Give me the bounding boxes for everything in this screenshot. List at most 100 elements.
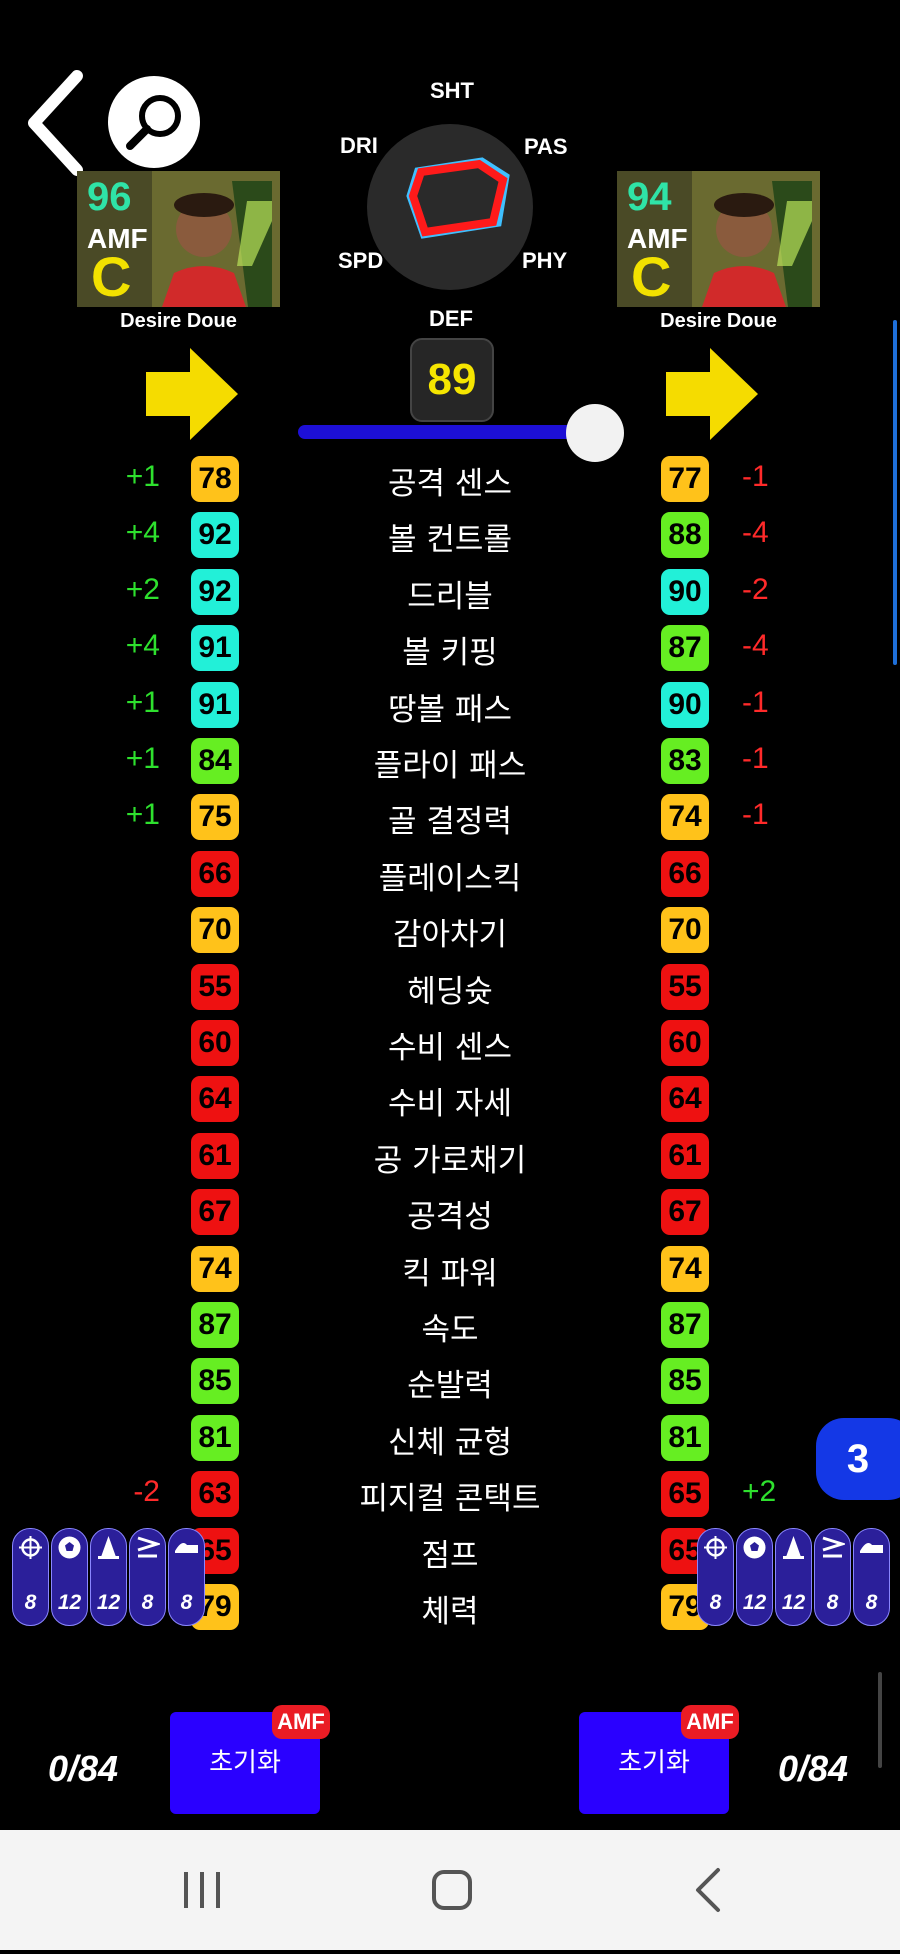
speed-lines-icon xyxy=(822,1536,845,1558)
stat-value-left: 61 xyxy=(191,1132,239,1179)
stat-value-right: 55 xyxy=(661,963,709,1010)
scrollbar-thumb[interactable] xyxy=(893,320,897,665)
skill-badge[interactable]: 8 xyxy=(129,1528,166,1626)
player-card-right[interactable]: 94 AMF C xyxy=(617,171,820,307)
boot-icon xyxy=(175,1543,198,1553)
overall-level-value: 89 xyxy=(427,355,477,404)
stat-label: 헤딩슛 xyxy=(407,973,493,1010)
stat-value-left: 64 xyxy=(191,1076,239,1123)
skill-badge[interactable]: 8 xyxy=(168,1528,205,1626)
ball-icon xyxy=(743,1536,766,1559)
stat-label: 피지컬 콘택트 xyxy=(359,1481,541,1518)
stat-label: 공격성 xyxy=(407,1199,493,1236)
stat-value-left: 81 xyxy=(191,1414,239,1461)
skill-value: 8 xyxy=(865,1591,878,1614)
player-photo xyxy=(692,171,820,307)
stat-value-left: 74 xyxy=(191,1245,239,1292)
boot-icon xyxy=(860,1543,883,1553)
skill-badges-right: 8 12 12 8 8 xyxy=(697,1528,897,1628)
points-right: 0/84 xyxy=(778,1748,849,1789)
radar-label-phy: PHY xyxy=(522,248,568,273)
stat-label: 감아차기 xyxy=(392,917,508,954)
level-slider-thumb[interactable] xyxy=(566,404,624,462)
skill-badge[interactable]: 12 xyxy=(775,1528,812,1626)
stat-value-right: 88 xyxy=(661,512,709,559)
arrow-right-icon xyxy=(146,348,238,440)
stat-delta-right: +2 xyxy=(742,1475,777,1509)
stat-label: 수비 센스 xyxy=(388,1030,512,1066)
stat-value-right: 70 xyxy=(661,907,709,954)
level-slider-track[interactable] xyxy=(298,425,598,439)
stat-value-right: 90 xyxy=(661,568,709,615)
skill-badge[interactable]: 8 xyxy=(697,1528,734,1626)
skill-badge[interactable]: 12 xyxy=(736,1528,773,1626)
recent-apps-button[interactable] xyxy=(142,1830,262,1950)
stat-value-right: 60 xyxy=(661,1020,709,1066)
home-icon xyxy=(432,1870,472,1910)
skill-value: 8 xyxy=(24,1591,37,1614)
stat-value-left: 63 xyxy=(191,1471,239,1518)
search-icon xyxy=(126,95,181,150)
stat-delta-right: -2 xyxy=(742,572,769,606)
player-name-right: Desire Doue xyxy=(660,310,777,332)
position-tag-right: AMF xyxy=(681,1705,739,1739)
stat-value-right: 83 xyxy=(661,738,709,784)
stat-value-left: 91 xyxy=(191,681,239,728)
position-tag-left: AMF xyxy=(272,1705,330,1739)
player-name-left: Desire Doue xyxy=(120,310,237,332)
stat-delta-right: -1 xyxy=(742,685,769,719)
skill-value: 8 xyxy=(141,1591,154,1614)
stat-label: 볼 키핑 xyxy=(402,635,498,672)
skill-value: 8 xyxy=(709,1591,722,1614)
stat-delta-right: -1 xyxy=(742,460,769,493)
stat-label: 체력 xyxy=(421,1594,479,1630)
page-indicator-button[interactable]: 3 xyxy=(816,1418,900,1500)
next-player-right-button[interactable] xyxy=(666,348,758,440)
stat-delta-left: +4 xyxy=(125,516,160,550)
stat-value-left: 91 xyxy=(191,625,239,672)
radar-label-sht: SHT xyxy=(430,78,474,103)
player-rating: 94 xyxy=(627,175,672,219)
skill-badge[interactable]: 12 xyxy=(90,1528,127,1626)
points-left: 0/84 xyxy=(48,1748,119,1789)
page-indicator-value: 3 xyxy=(846,1437,870,1481)
player-photo xyxy=(152,171,280,307)
stat-label: 신체 균형 xyxy=(388,1424,512,1461)
radar-chart xyxy=(367,124,533,290)
stat-label: 볼 컨트롤 xyxy=(388,522,512,559)
stat-label: 순발력 xyxy=(407,1368,493,1405)
skill-badge[interactable]: 8 xyxy=(12,1528,49,1626)
stat-value-left: 87 xyxy=(191,1302,239,1348)
stat-value-right: 90 xyxy=(661,681,709,728)
stat-value-left: 84 xyxy=(191,738,239,784)
stat-value-left: 92 xyxy=(191,568,239,615)
stat-value-left: 78 xyxy=(191,456,239,502)
player-card-left[interactable]: 96 AMF C xyxy=(77,171,280,307)
next-player-left-button[interactable] xyxy=(146,348,238,440)
stat-label: 킥 파워 xyxy=(402,1255,498,1292)
stat-delta-left: +1 xyxy=(125,685,160,719)
home-button[interactable] xyxy=(392,1830,512,1950)
back-button[interactable] xyxy=(22,68,92,178)
stat-delta-left: +4 xyxy=(125,629,160,663)
stat-label: 플라이 패스 xyxy=(373,748,527,784)
stat-delta-right: -1 xyxy=(742,798,769,832)
search-button[interactable] xyxy=(108,76,200,168)
scrollbar-secondary[interactable] xyxy=(878,1672,882,1768)
cone-icon xyxy=(98,1536,119,1559)
skill-value: 12 xyxy=(742,1591,767,1614)
skill-badge[interactable]: 8 xyxy=(853,1528,890,1626)
system-back-button[interactable] xyxy=(648,1830,768,1950)
stat-value-right: 81 xyxy=(661,1414,709,1461)
stat-value-right: 67 xyxy=(661,1189,709,1236)
arrow-right-icon xyxy=(666,348,758,440)
radar-label-dri: DRI xyxy=(340,133,378,158)
skill-badge[interactable]: 8 xyxy=(814,1528,851,1626)
skill-badge[interactable]: 12 xyxy=(51,1528,88,1626)
stat-delta-left: +1 xyxy=(125,742,160,775)
player-grade: C xyxy=(91,245,132,307)
stat-delta-right: -4 xyxy=(742,516,769,550)
stat-label: 플레이스킥 xyxy=(378,860,522,897)
skill-value: 8 xyxy=(180,1591,193,1614)
stat-value-right: 66 xyxy=(661,850,709,897)
